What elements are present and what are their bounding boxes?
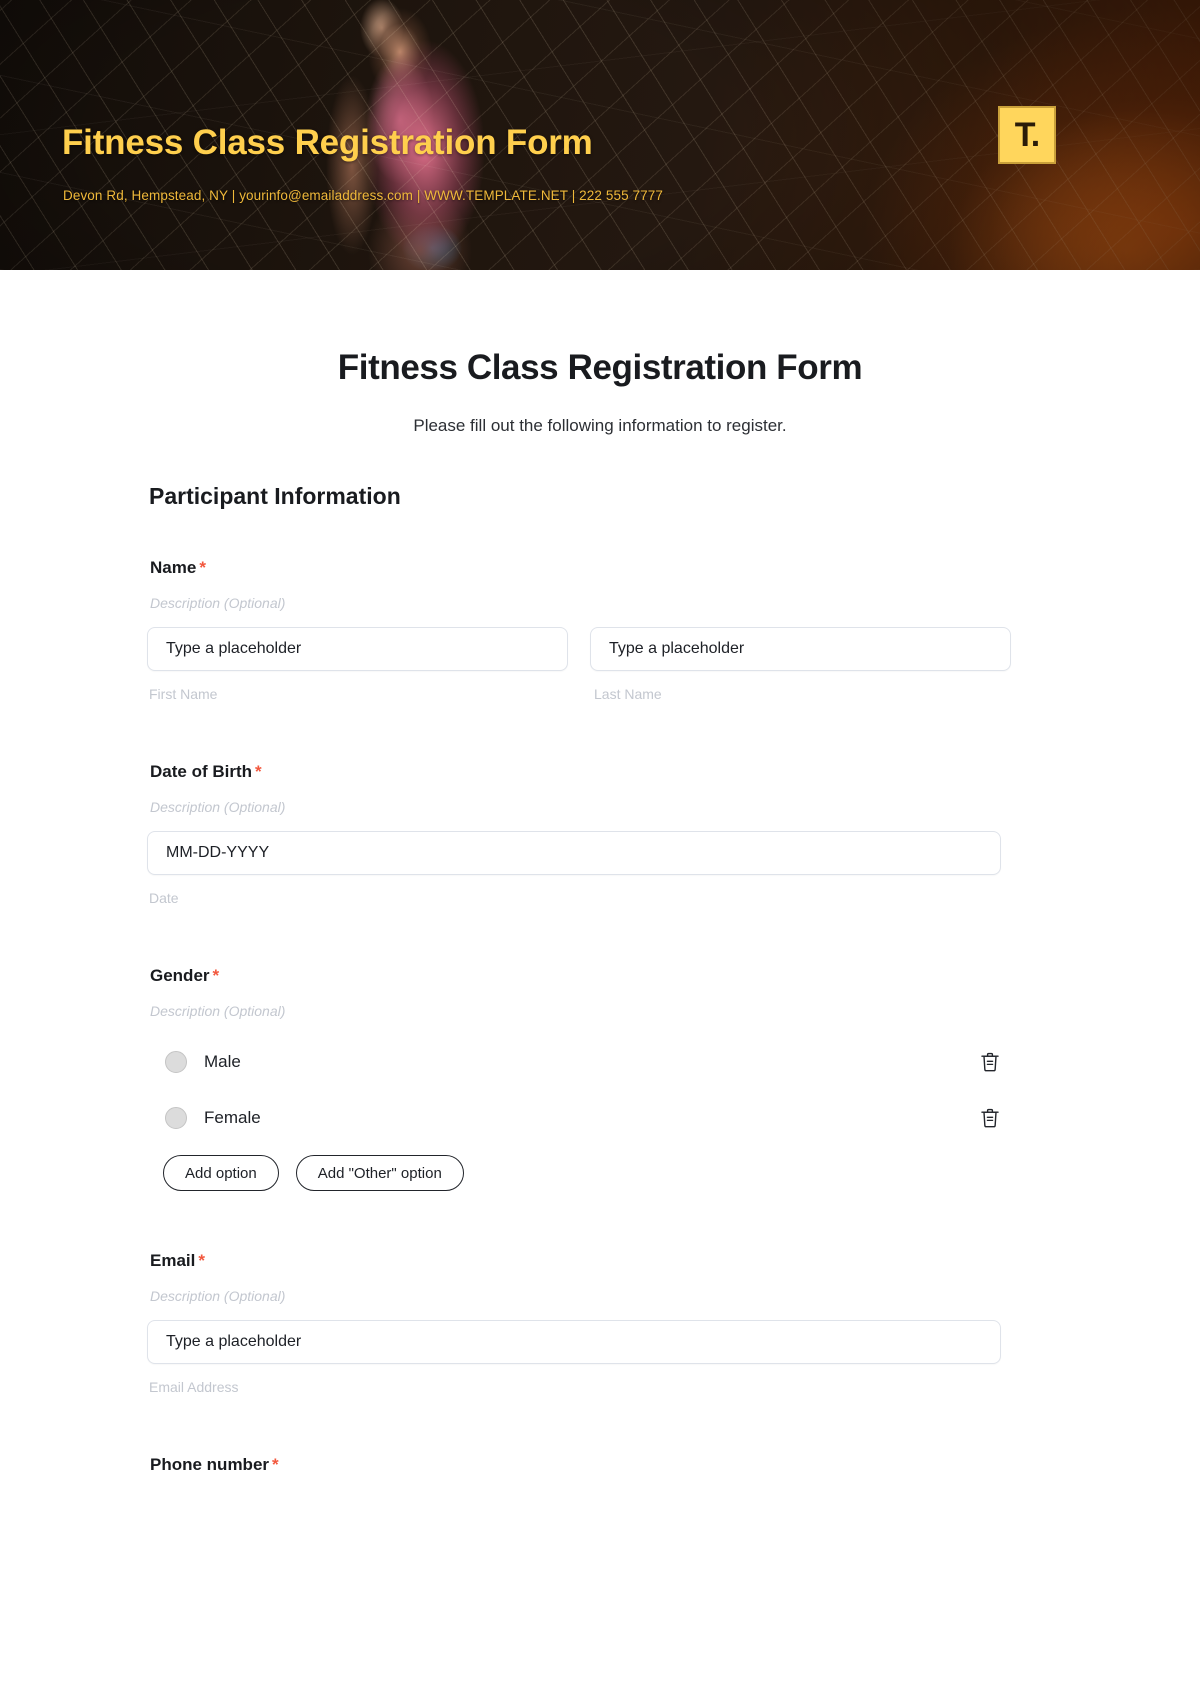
field-date-of-birth: Date of Birth * Description (Optional) MM… (147, 762, 1064, 906)
field-label-name-text: Name (150, 558, 197, 577)
first-name-input[interactable]: Type a placeholder (147, 627, 568, 671)
required-asterisk: * (212, 966, 220, 985)
gender-option-row[interactable]: Female (147, 1099, 1001, 1137)
form-page: Fitness Class Registration Form Please f… (0, 270, 1200, 1475)
required-asterisk: * (199, 558, 206, 577)
section-heading-participant-information: Participant Information (149, 483, 401, 509)
field-label-name: Name * (150, 558, 1064, 578)
field-name: Name * Description (Optional) Type a plac… (147, 558, 1064, 702)
radio-button-icon[interactable] (165, 1051, 187, 1073)
sub-label-email-address: Email Address (149, 1379, 239, 1395)
trash-icon (981, 1052, 999, 1072)
banner-title: Fitness Class Registration Form (62, 123, 593, 162)
form-container: Participant Information Name * Descriptio… (136, 483, 1064, 1475)
add-option-button[interactable]: Add option (163, 1155, 279, 1191)
field-description-name: Description (Optional) (150, 595, 286, 611)
add-other-option-button[interactable]: Add "Other" option (295, 1155, 464, 1191)
banner-contact-line: Devon Rd, Hempstead, NY | yourinfo@email… (63, 188, 663, 203)
email-input-row: Type a placeholder (147, 1320, 1064, 1364)
delete-option-button[interactable] (979, 1106, 1001, 1130)
sub-label-date: Date (149, 890, 179, 906)
sub-label-last-name: Last Name (594, 686, 662, 702)
date-of-birth-input[interactable]: MM-DD-YYYY (147, 831, 1001, 875)
field-label-gender: Gender * (150, 966, 1064, 986)
field-label-phone-number: Phone number * (150, 1455, 1064, 1475)
radio-button-icon[interactable] (165, 1107, 187, 1129)
delete-option-button[interactable] (979, 1050, 1001, 1074)
field-description-date-of-birth: Description (Optional) (150, 799, 286, 815)
name-sub-label-row: First Name Last Name (147, 671, 1064, 702)
email-input[interactable]: Type a placeholder (147, 1320, 1001, 1364)
field-description-gender: Description (Optional) (150, 1003, 286, 1019)
field-description-email: Description (Optional) (150, 1288, 286, 1304)
field-gender: Gender * Description (Optional) Male Fem… (147, 966, 1064, 1191)
page-title: Fitness Class Registration Form (337, 348, 863, 387)
name-input-row: Type a placeholder Type a placeholder (147, 627, 1064, 671)
logo-glyph: T. (1014, 116, 1040, 154)
field-label-date-of-birth-text: Date of Birth (150, 762, 252, 781)
gender-option-label: Female (204, 1108, 261, 1127)
field-label-date-of-birth: Date of Birth * (150, 762, 1064, 782)
last-name-input[interactable]: Type a placeholder (590, 627, 1011, 671)
gender-option-list: Male Female (147, 1043, 1064, 1137)
header-banner: Fitness Class Registration Form Devon Rd… (0, 0, 1200, 270)
template-net-logo-icon: T. (998, 106, 1056, 164)
trash-icon (981, 1108, 999, 1128)
field-label-email-text: Email (150, 1251, 196, 1270)
required-asterisk: * (255, 762, 262, 781)
sub-label-first-name: First Name (149, 686, 218, 702)
page-subtitle: Please fill out the following informatio… (413, 416, 787, 435)
field-email: Email * Description (Optional) Type a pla… (147, 1251, 1064, 1395)
required-asterisk: * (198, 1251, 205, 1270)
gender-option-label: Male (204, 1052, 241, 1071)
dob-input-row: MM-DD-YYYY (147, 831, 1064, 875)
field-label-email: Email * (150, 1251, 1064, 1271)
gender-option-row[interactable]: Male (147, 1043, 1001, 1081)
gender-add-buttons: Add option Add "Other" option (163, 1155, 1064, 1191)
field-label-phone-number-text: Phone number (150, 1455, 270, 1474)
field-label-gender-text: Gender (150, 966, 210, 985)
required-asterisk: * (272, 1455, 279, 1474)
field-phone-number: Phone number * (147, 1455, 1064, 1475)
